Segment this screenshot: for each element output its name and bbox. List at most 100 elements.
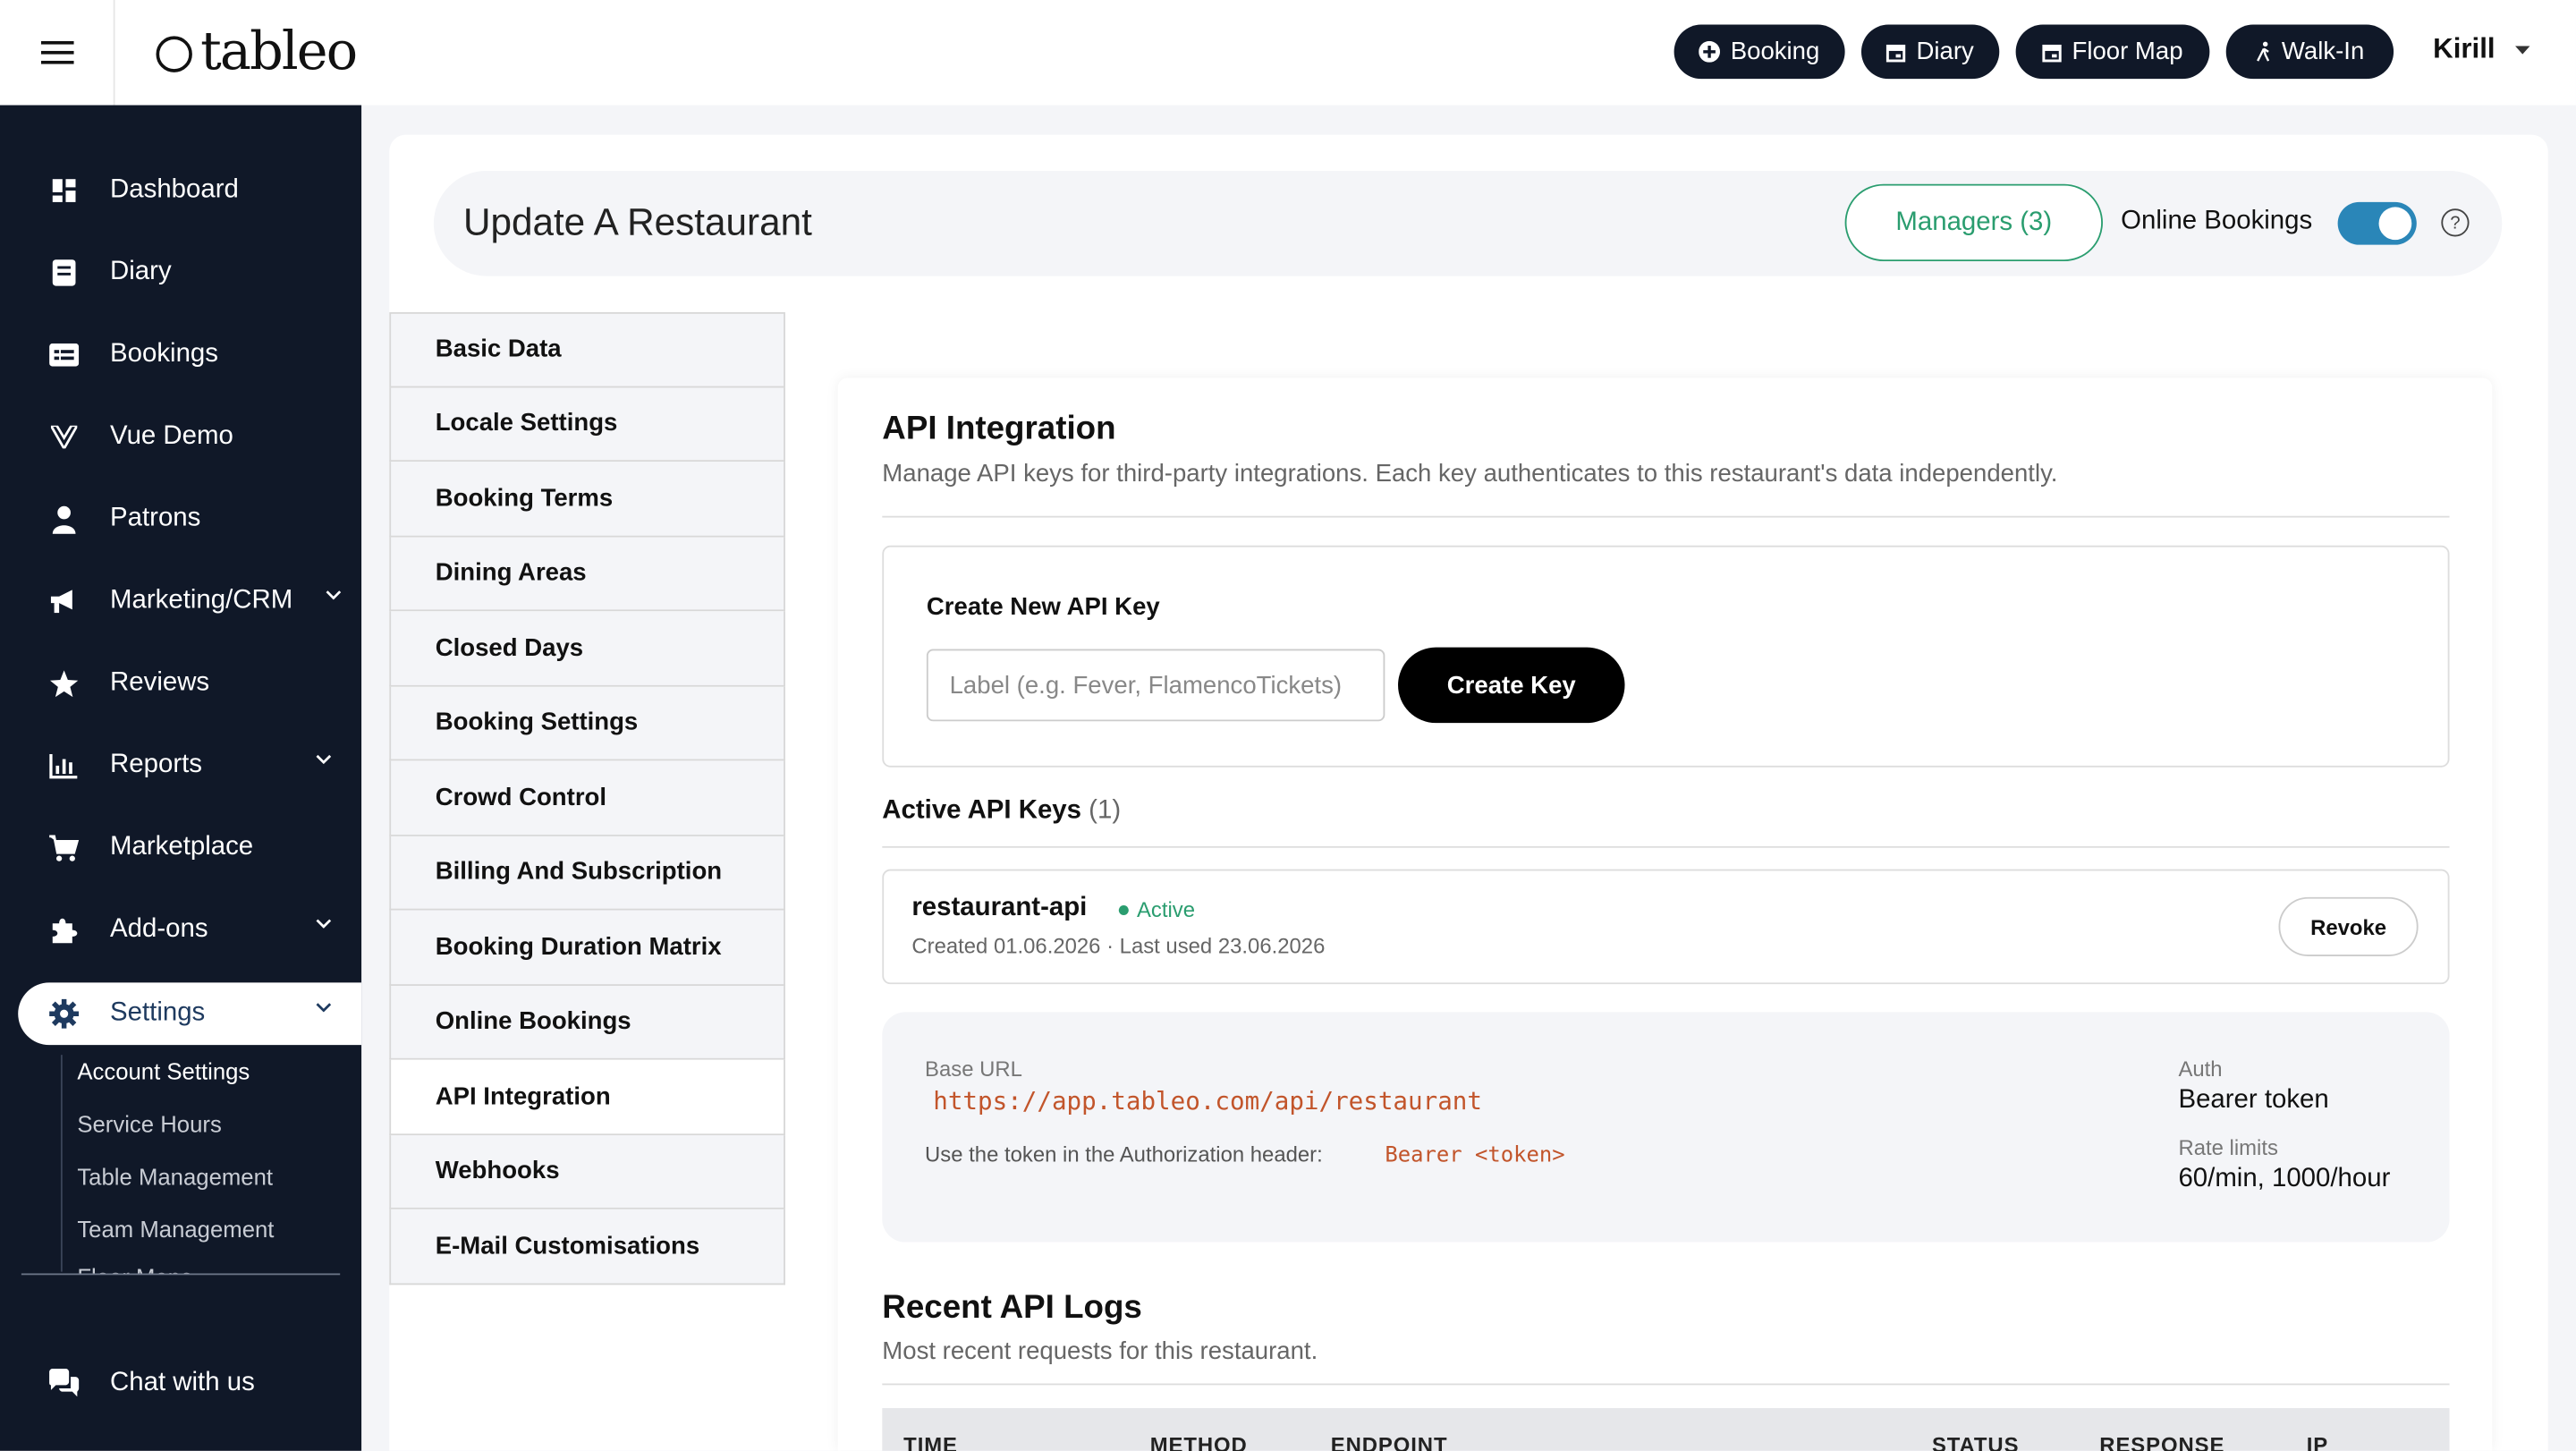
walk-icon xyxy=(2256,41,2269,62)
tab-email-customisations[interactable]: E-Mail Customisations xyxy=(389,1209,785,1285)
gear-icon xyxy=(46,996,81,1031)
sidebar-item-diary[interactable]: Diary xyxy=(46,240,342,305)
sidebar-item-vue-demo[interactable]: Vue Demo xyxy=(46,404,342,470)
sidebar-item-add-ons[interactable]: Add-ons xyxy=(46,897,342,963)
help-icon[interactable]: ? xyxy=(2441,208,2470,237)
tab-locale-settings[interactable]: Locale Settings xyxy=(389,386,785,462)
status-dot-icon xyxy=(1118,904,1129,915)
divider xyxy=(882,515,2450,518)
create-key-button[interactable]: Create Key xyxy=(1398,647,1625,724)
star-icon xyxy=(46,666,81,701)
bar-chart-icon xyxy=(46,748,81,784)
tab-billing-subscription[interactable]: Billing And Subscription xyxy=(389,835,785,911)
chevron-down-icon xyxy=(316,919,332,929)
menu-button[interactable] xyxy=(0,0,115,106)
base-url-label: Base URL xyxy=(925,1056,1022,1082)
tab-basic-data[interactable]: Basic Data xyxy=(389,311,785,387)
page-title: Update A Restaurant xyxy=(462,200,812,243)
hamburger-icon xyxy=(39,40,73,64)
tab-booking-settings[interactable]: Booking Settings xyxy=(389,685,785,761)
api-integration-description: Manage API keys for third-party integrat… xyxy=(882,460,2058,488)
api-info-box xyxy=(882,1012,2450,1243)
create-key-label: Create New API Key xyxy=(926,593,1160,622)
sidebar-sub-service-hours[interactable]: Service Hours xyxy=(77,1111,221,1137)
sidebar-item-marketplace[interactable]: Marketplace xyxy=(46,815,342,880)
list-card-icon xyxy=(46,337,81,373)
tab-api-integration[interactable]: API Integration xyxy=(389,1059,785,1135)
person-icon xyxy=(46,501,81,537)
sidebar-sub-team-management[interactable]: Team Management xyxy=(77,1216,274,1242)
diary-button[interactable]: Diary xyxy=(1860,24,2000,80)
cart-icon xyxy=(46,830,81,866)
top-bar: tableo Booking Diary Floor Map Walk-In K… xyxy=(0,0,2576,106)
api-key-row xyxy=(882,869,2450,985)
col-time: TIME xyxy=(903,1432,958,1451)
chevron-down-icon xyxy=(316,1003,332,1013)
tab-closed-days[interactable]: Closed Days xyxy=(389,611,785,686)
tab-online-bookings[interactable]: Online Bookings xyxy=(389,985,785,1060)
chevron-down-icon xyxy=(326,590,342,600)
vue-icon xyxy=(46,419,81,454)
calendar-icon xyxy=(1886,44,1907,62)
sidebar-sub-floor-maps[interactable]: Floor Maps xyxy=(77,1263,192,1273)
key-label-input[interactable] xyxy=(926,649,1385,722)
col-status: STATUS xyxy=(1931,1432,2020,1451)
walk-in-button[interactable]: Walk-In xyxy=(2225,24,2394,80)
dashboard-icon xyxy=(46,173,81,208)
col-method: METHOD xyxy=(1149,1432,1248,1451)
rate-limits-label: Rate limits xyxy=(2178,1135,2278,1160)
tab-booking-duration-matrix[interactable]: Booking Duration Matrix xyxy=(389,910,785,986)
sidebar-item-reports[interactable]: Reports xyxy=(46,733,342,798)
api-key-meta: Created 01.06.2026 · Last used 23.06.202… xyxy=(911,933,1326,958)
auth-label: Auth xyxy=(2178,1056,2223,1082)
col-ip: IP xyxy=(2306,1432,2329,1451)
sidebar-sub-table-management[interactable]: Table Management xyxy=(77,1163,273,1189)
sidebar-item-settings[interactable]: Settings xyxy=(46,981,342,1047)
tab-crowd-control[interactable]: Crowd Control xyxy=(389,760,785,836)
sidebar-item-marketing[interactable]: Marketing/CRM xyxy=(46,568,342,633)
sidebar-item-patrons[interactable]: Patrons xyxy=(46,487,342,552)
user-menu[interactable]: Kirill xyxy=(2433,33,2530,66)
toggle-knob xyxy=(2378,207,2412,241)
active-keys-count: (1) xyxy=(1089,796,1122,826)
megaphone-icon xyxy=(46,583,81,619)
managers-button[interactable]: Managers (3) xyxy=(1844,183,2103,262)
tab-booking-terms[interactable]: Booking Terms xyxy=(389,462,785,537)
logo[interactable]: tableo xyxy=(156,20,358,82)
logo-ring-icon xyxy=(156,36,192,72)
sidebar-item-bookings[interactable]: Bookings xyxy=(46,322,342,387)
divider xyxy=(882,1383,2450,1386)
tab-webhooks[interactable]: Webhooks xyxy=(389,1134,785,1209)
rate-limits-value: 60/min, 1000/hour xyxy=(2178,1165,2391,1193)
booking-button[interactable]: Booking xyxy=(1674,24,1845,80)
sidebar-sub-account-settings[interactable]: Account Settings xyxy=(77,1058,250,1084)
api-key-name: restaurant-api xyxy=(911,894,1088,922)
book-icon xyxy=(46,255,81,291)
puzzle-icon xyxy=(46,912,81,947)
sidebar-divider xyxy=(21,1273,341,1276)
active-keys-title: Active API Keys (1) xyxy=(882,796,1122,826)
base-url: https://app.tableo.com/api/restaurant xyxy=(933,1086,1482,1116)
submenu-rule xyxy=(60,1055,63,1272)
tab-dining-areas[interactable]: Dining Areas xyxy=(389,536,785,612)
online-bookings-toggle[interactable] xyxy=(2337,201,2417,245)
status-badge: Active xyxy=(1118,897,1195,921)
token-code: Bearer <token> xyxy=(1385,1143,1565,1168)
revoke-button[interactable]: Revoke xyxy=(2278,896,2419,956)
chevron-down-icon xyxy=(316,754,332,765)
plus-circle-icon xyxy=(1699,40,1721,63)
recent-logs-description: Most recent requests for this restaurant… xyxy=(882,1337,1318,1366)
sidebar-item-dashboard[interactable]: Dashboard xyxy=(46,157,342,223)
divider xyxy=(882,845,2450,848)
calendar-icon xyxy=(2042,44,2063,62)
sidebar-item-reviews[interactable]: Reviews xyxy=(46,650,342,716)
floor-map-button[interactable]: Floor Map xyxy=(2015,24,2210,80)
caret-down-icon xyxy=(2514,45,2530,54)
token-hint: Use the token in the Authorization heade… xyxy=(925,1141,1323,1167)
col-response: RESPONSE xyxy=(2099,1432,2225,1451)
chat-with-us[interactable]: Chat with us xyxy=(46,1351,342,1416)
chat-bubbles-icon xyxy=(46,1365,81,1401)
online-bookings-label: Online Bookings xyxy=(2121,207,2313,235)
auth-value: Bearer token xyxy=(2178,1086,2329,1115)
col-endpoint: ENDPOINT xyxy=(1330,1432,1448,1451)
